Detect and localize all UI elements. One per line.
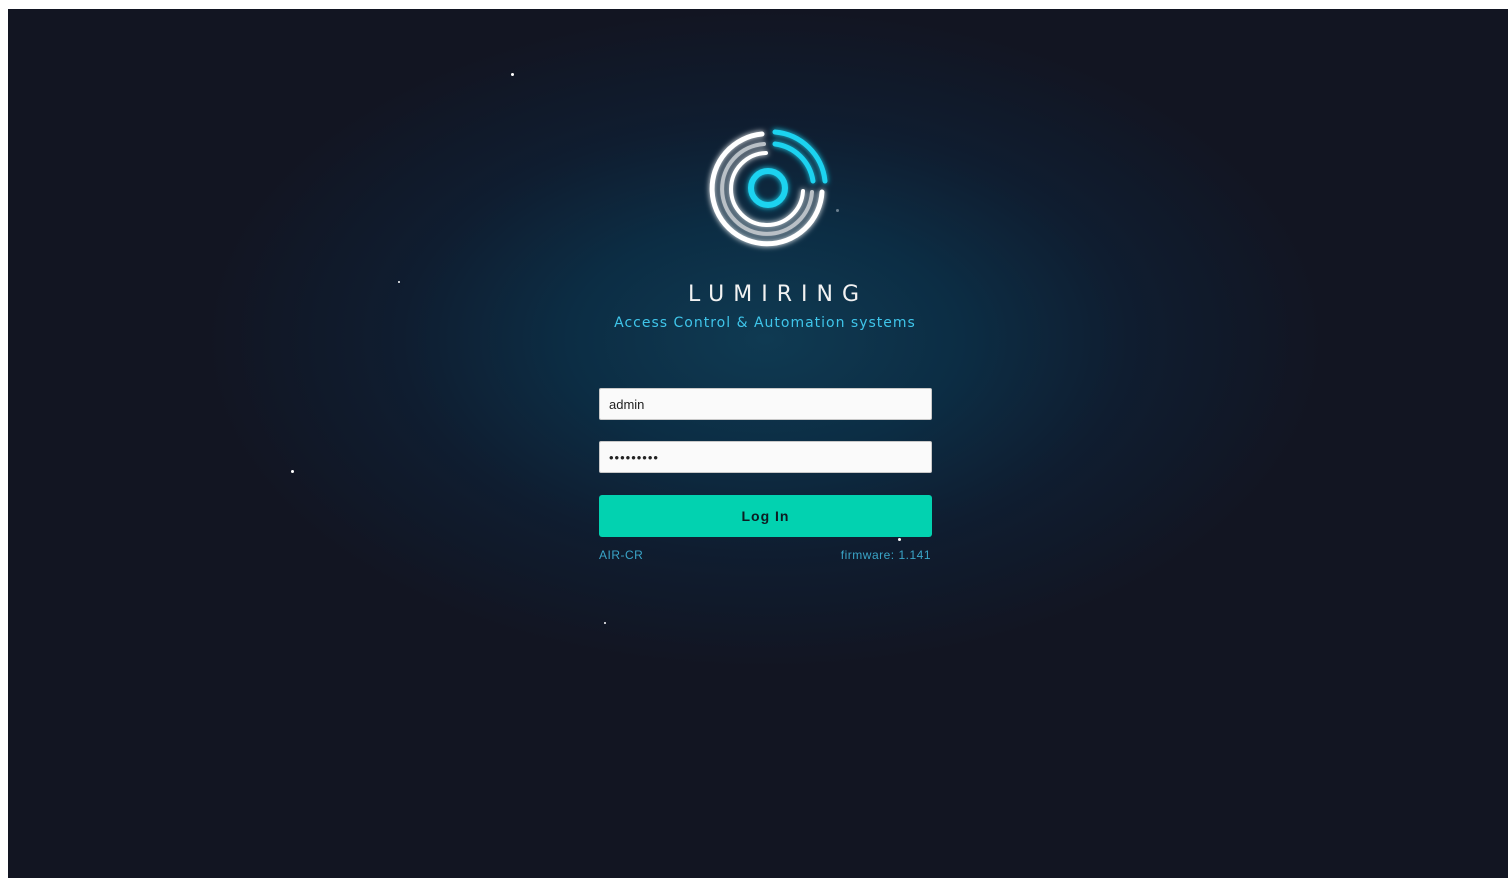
star-particle (398, 281, 400, 283)
username-input[interactable] (599, 388, 932, 420)
star-particle (511, 73, 514, 76)
star-particle (898, 538, 901, 541)
device-model: AIR-CR (599, 548, 644, 562)
firmware-version: firmware: 1.141 (840, 548, 931, 562)
password-input[interactable] (599, 441, 932, 473)
login-screen: LUMIRING Access Control & Automation sys… (8, 9, 1508, 878)
star-particle (604, 622, 606, 624)
star-particle (291, 470, 294, 473)
lumiring-logo-icon (709, 129, 828, 247)
login-button[interactable]: Log In (599, 495, 932, 537)
brand-tagline: Access Control & Automation systems (614, 315, 916, 331)
brand-name: LUMIRING (687, 282, 868, 307)
